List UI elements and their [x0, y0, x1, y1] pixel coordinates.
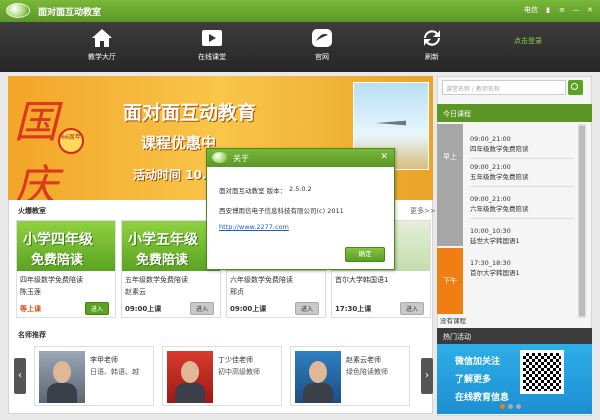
teacher-name: 李甲老师	[90, 356, 118, 364]
enter-button[interactable]: 进入	[400, 302, 424, 315]
dialog-company: 西安博雨信电子信息科技有限公司(c) 2011	[219, 207, 344, 215]
qr-code-icon	[520, 350, 564, 394]
class-teacher: 邢贞	[230, 288, 244, 296]
close-icon[interactable]: ✕	[586, 6, 594, 14]
teacher-subject: 日语、韩语、越	[90, 368, 139, 376]
hot-activity-title: 热门活动	[437, 328, 592, 344]
network-status: 电信	[524, 6, 538, 14]
banner-anniversary-badge: 66周年	[58, 128, 84, 154]
schedule-scrollbar[interactable]	[578, 124, 586, 318]
teacher-name: 丁少佳老师	[218, 356, 253, 364]
ok-button[interactable]: 确定	[345, 247, 385, 262]
class-status: 09:00上课	[230, 305, 267, 313]
teacher-photo	[295, 351, 341, 403]
teacher-photo	[167, 351, 213, 403]
signal-icon: ▮	[546, 6, 550, 14]
enter-button[interactable]: 进入	[190, 302, 214, 315]
teacher-card[interactable]: 李甲老师 日语、韩语、越	[34, 346, 154, 406]
dialog-website-link[interactable]: http://www.2277.com	[219, 223, 289, 231]
class-name: 首尔大学韩国语1	[335, 276, 389, 284]
nav-online-class[interactable]: 在线课堂	[182, 27, 242, 62]
today-courses-title: 今日课程	[437, 104, 592, 122]
schedule-item[interactable]: 10:00_10:30 延世大学韩国语1	[470, 226, 574, 246]
schedule-item[interactable]: 17:30_18:30 首尔大学韩国语1	[470, 258, 574, 278]
app-logo-icon	[212, 152, 228, 163]
banner-subheadline: 课程优惠中	[141, 134, 217, 152]
video-icon	[202, 30, 222, 46]
title-bar: 面对面互动教室 电信 ▮ ≡ — ✕	[0, 0, 600, 22]
search-icon[interactable]	[568, 80, 583, 95]
dialog-title-bar: 关于 ✕	[207, 149, 394, 167]
schedule-item[interactable]: 09:00_21:00 六年级数学免费陪读	[470, 194, 574, 214]
banner-headline: 面对面互动教育	[123, 102, 257, 124]
teacher-card[interactable]: 丁少佳老师 初中高级教师	[162, 346, 282, 406]
schedule-item[interactable]: 09:00_21:00 四年级数学免费陪读	[470, 134, 574, 154]
carousel-dots[interactable]	[500, 404, 521, 409]
teacher-card[interactable]: 赵素云老师 绿色陪读教师	[290, 346, 410, 406]
enter-button[interactable]: 进入	[295, 302, 319, 315]
next-arrow-icon[interactable]: ›	[421, 358, 433, 394]
prev-arrow-icon[interactable]: ‹	[14, 358, 26, 394]
nav-teaching-hall[interactable]: 教学大厅	[72, 27, 132, 62]
banner-festival-text: 国庆	[14, 97, 58, 200]
class-teacher: 陈玉莲	[20, 288, 41, 296]
banner-date: 活动时间 10.	[133, 168, 207, 182]
teacher-subject: 初中高级教师	[218, 368, 260, 376]
login-link[interactable]: 点击登录	[514, 36, 542, 46]
teacher-photo	[39, 351, 85, 403]
app-title: 面对面互动教室	[38, 8, 102, 18]
class-status: 09:00上课	[125, 305, 162, 313]
class-name: 五年级数学免费陪读	[125, 276, 188, 284]
class-name: 六年级数学免费陪读	[230, 276, 293, 284]
no-course-text: 没有课程	[440, 317, 466, 325]
home-icon	[92, 29, 112, 47]
class-teacher: 赵素云	[125, 288, 146, 296]
schedule-item[interactable]: 09:00_21:00 五年级数学免费陪读	[470, 162, 574, 182]
class-thumbnail: 小学四年级 免费陪读	[17, 221, 115, 271]
morning-label: 早上	[437, 124, 463, 246]
plane-icon	[376, 120, 406, 126]
nav-website[interactable]: 官网	[292, 27, 352, 62]
dialog-version: 2.5.0.2	[289, 185, 312, 193]
famous-teachers-title: 名师推荐	[18, 331, 46, 339]
enter-button[interactable]: 进入	[85, 302, 109, 315]
class-name: 四年级数学免费陪读	[20, 276, 83, 284]
website-icon	[312, 29, 332, 47]
teacher-subject: 绿色陪读教师	[346, 368, 388, 376]
app-logo-icon	[6, 3, 30, 18]
class-card[interactable]: 小学四年级 免费陪读 四年级数学免费陪读 陈玉莲 等上课 进入	[16, 220, 116, 318]
refresh-icon	[424, 30, 440, 46]
menu-icon[interactable]: ≡	[558, 6, 566, 14]
more-link[interactable]: 更多>>	[410, 206, 436, 216]
afternoon-label: 下午	[437, 248, 463, 314]
teacher-name: 赵素云老师	[346, 356, 381, 364]
minimize-icon[interactable]: —	[572, 6, 580, 14]
dialog-app-name: 面对面互动教室 版本：	[219, 187, 287, 195]
search-input[interactable]: 课堂名称 / 教师名称	[442, 80, 566, 95]
main-nav: 教学大厅 在线课堂 官网 刷新 点击登录	[0, 22, 600, 72]
close-icon[interactable]: ✕	[380, 152, 388, 162]
class-status: 17:30上课	[335, 305, 372, 313]
about-dialog: 关于 ✕ 面对面互动教室 版本： 2.5.0.2 西安博雨信电子信息科技有限公司…	[206, 148, 395, 270]
class-status: 等上课	[20, 305, 41, 313]
nav-refresh[interactable]: 刷新	[402, 27, 462, 62]
hot-classroom-title: 火爆教室	[18, 207, 46, 215]
